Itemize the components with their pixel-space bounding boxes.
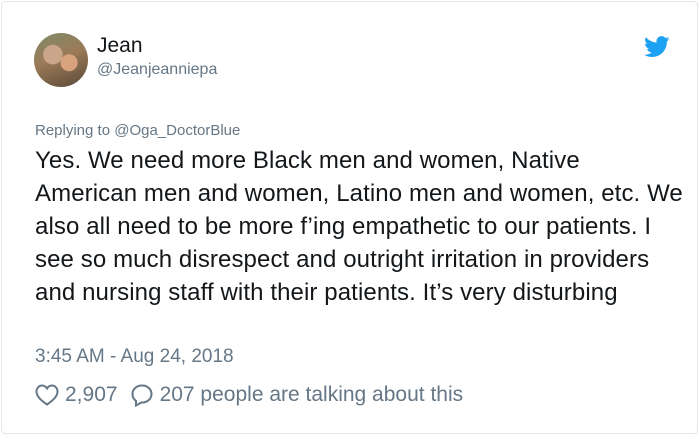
user-handle[interactable]: @Jeanjeanniepa bbox=[97, 60, 217, 80]
tweet-text: Yes. We need more Black men and women, N… bbox=[35, 147, 683, 306]
tweet-actions: 2,907 207 people are talking about this bbox=[35, 382, 463, 408]
display-name[interactable]: Jean bbox=[97, 34, 143, 58]
replying-to: Replying to @Oga_DoctorBlue bbox=[35, 122, 240, 140]
avatar[interactable] bbox=[34, 33, 88, 87]
twitter-bird-icon[interactable] bbox=[644, 36, 670, 58]
heart-icon[interactable] bbox=[35, 384, 59, 406]
tweet-timestamp[interactable]: 3:45 AM - Aug 24, 2018 bbox=[35, 346, 234, 368]
like-count[interactable]: 2,907 bbox=[65, 382, 118, 408]
tweet-card: Jean @Jeanjeanniepa Replying to @Oga_Doc… bbox=[1, 1, 698, 434]
replying-to-label: Replying to bbox=[35, 122, 111, 139]
speech-bubble-icon[interactable] bbox=[130, 383, 154, 407]
reply-mention-link[interactable]: @Oga_DoctorBlue bbox=[114, 122, 240, 139]
talking-count[interactable]: 207 people are talking about this bbox=[160, 382, 464, 408]
